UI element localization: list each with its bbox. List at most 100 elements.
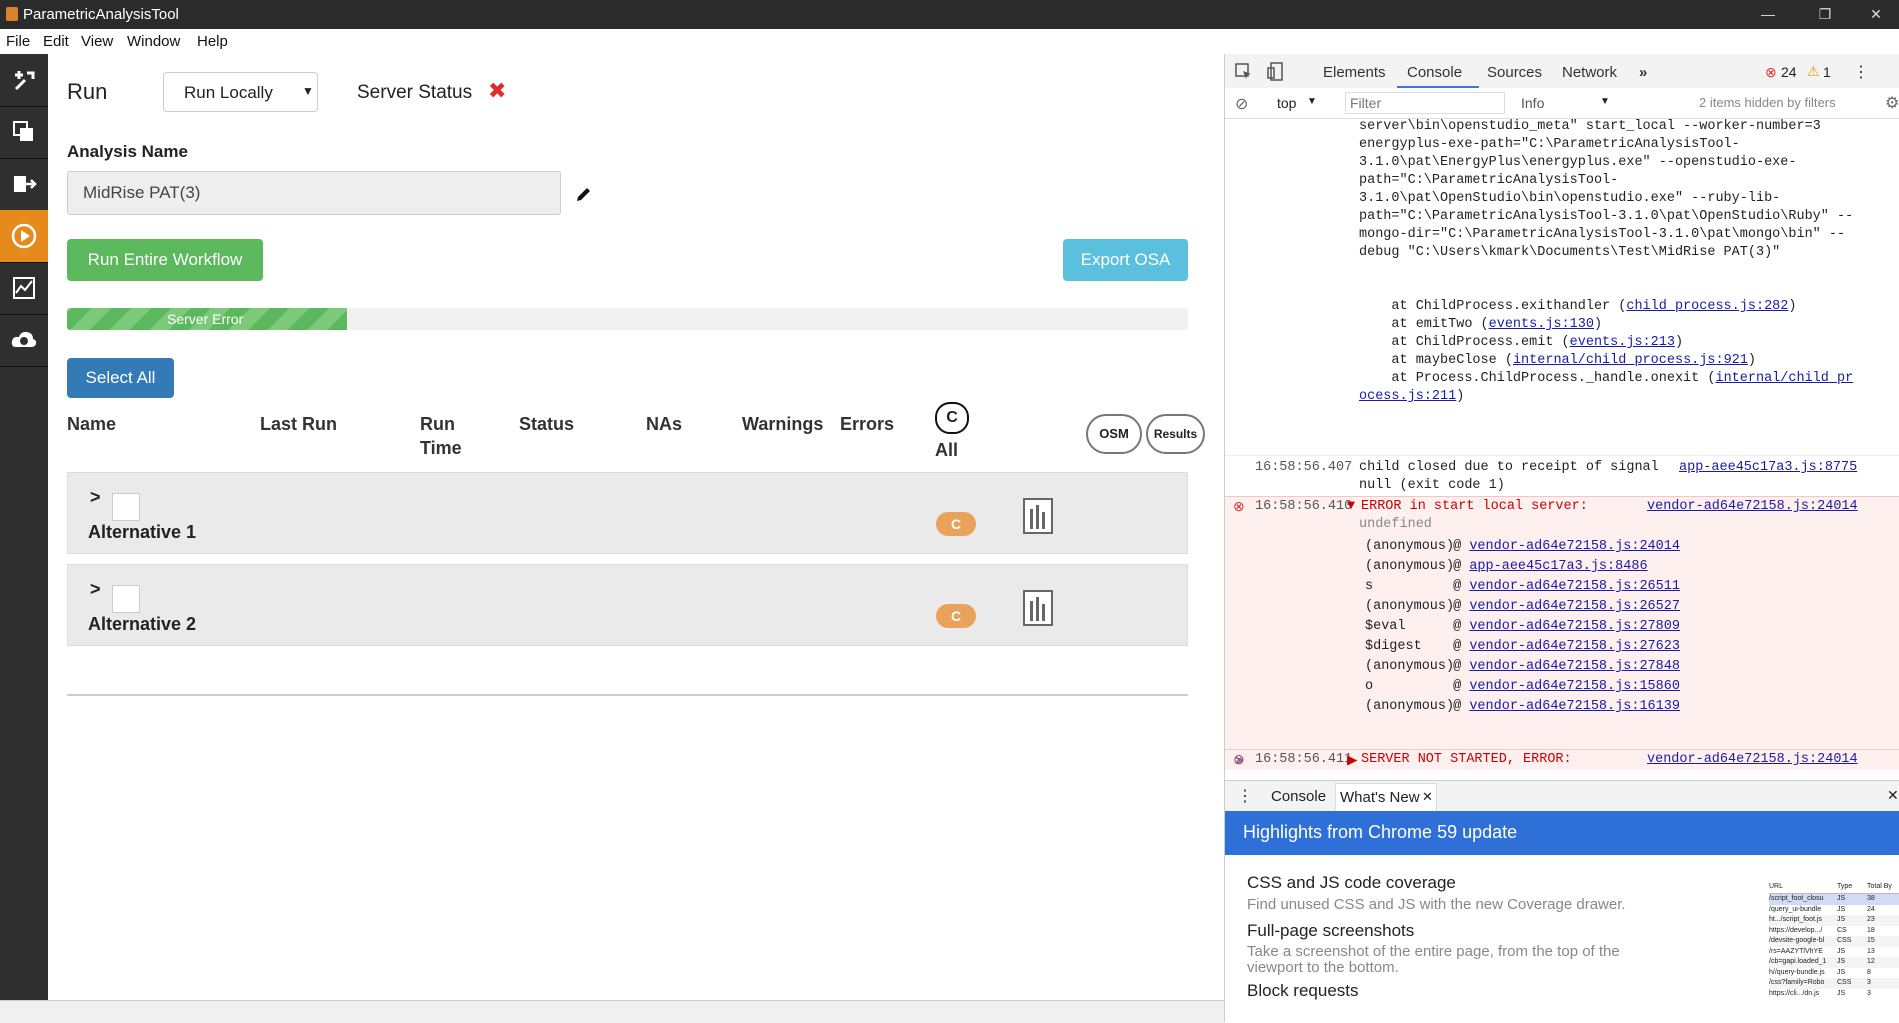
report-icon[interactable] (1022, 589, 1054, 627)
timestamp: 16:58:56.410 (1255, 499, 1353, 514)
collapse-triangle-icon[interactable]: ▶ (1347, 752, 1357, 769)
maximize-button[interactable]: ❐ (1802, 0, 1848, 29)
analysis-name-label: Analysis Name (67, 142, 188, 161)
devtools-menu-icon[interactable]: ⋮ (1853, 62, 1869, 82)
more-tabs-button[interactable]: » (1639, 64, 1647, 81)
alternative-checkbox[interactable] (112, 493, 140, 521)
console-prompt[interactable]: > (1235, 752, 1243, 768)
sidebar-item-server[interactable] (0, 314, 48, 367)
page-title: Run (67, 79, 108, 104)
select-all-button[interactable]: Select All (67, 358, 174, 398)
devtools-toolbar: Elements Console Sources Network » ⊗ 24 … (1225, 54, 1899, 89)
clear-console-icon[interactable]: ⊘ (1235, 94, 1248, 114)
run-entire-workflow-button[interactable]: Run Entire Workflow (67, 239, 263, 281)
menu-edit[interactable]: Edit (43, 33, 69, 50)
sidebar-item-export[interactable] (0, 158, 48, 211)
source-link[interactable]: app-aee45c17a3.js:8775 (1679, 460, 1857, 475)
source-link[interactable]: vendor-ad64e72158.js:24014 (1647, 499, 1858, 514)
source-link[interactable]: app-aee45c17a3.js:8486 (1469, 559, 1647, 574)
thumb-row: /cb=gapi.loaded_1 JS 12 (1769, 957, 1899, 968)
alternative-checkbox[interactable] (112, 585, 140, 613)
alternative-row: > Alternative 2 C (67, 564, 1188, 646)
source-link[interactable]: vendor-ad64e72158.js:24014 (1469, 539, 1680, 554)
drawer-menu-icon[interactable]: ⋮ (1237, 786, 1253, 806)
close-window-button[interactable]: ✕ (1853, 0, 1899, 29)
chevron-right-icon[interactable]: > (90, 579, 101, 600)
stack-line: at ChildProcess.exithandler (child_proce… (1359, 299, 1797, 314)
trace-frame: o @ vendor-ad64e72158.js:15860 (1365, 679, 1680, 694)
source-link[interactable]: vendor-ad64e72158.js:27809 (1469, 619, 1680, 634)
clear-all-results-button[interactable]: C (935, 402, 969, 434)
banner-title: Highlights from Chrome 59 update (1243, 822, 1518, 842)
devtools-drawer: ⋮ Console What's New ✕ ✕ Highlights from… (1225, 780, 1899, 1023)
download-osm-all-button[interactable]: OSM (1086, 414, 1142, 454)
run-mode-select[interactable]: Run Locally ▼ (163, 72, 318, 112)
trace-frame: (anonymous) @ vendor-ad64e72158.js:24014 (1365, 539, 1680, 554)
run-mode-value: Run Locally (184, 83, 273, 102)
sidebar-item-reports[interactable] (0, 262, 48, 315)
feature-desc: Find unused CSS and JS with the new Cove… (1247, 896, 1626, 913)
download-results-all-button[interactable]: Results (1146, 414, 1205, 454)
chevron-right-icon[interactable]: > (90, 487, 101, 508)
drawer-tab-whats-new[interactable]: What's New ✕ (1335, 783, 1437, 811)
feature-title[interactable]: CSS and JS code coverage (1247, 873, 1456, 893)
console-filter-input[interactable] (1345, 92, 1505, 114)
thumb-row: ht.../script_foot.js JS 23 (1769, 915, 1899, 926)
minimize-button[interactable]: — (1745, 0, 1791, 29)
tab-network[interactable]: Network (1562, 64, 1617, 81)
chart-icon (13, 277, 35, 299)
feature-title[interactable]: Block requests (1247, 981, 1359, 1001)
report-icon[interactable] (1022, 497, 1054, 535)
close-drawer-icon[interactable]: ✕ (1887, 787, 1899, 804)
source-link[interactable]: vendor-ad64e72158.js:27623 (1469, 639, 1680, 654)
cloud-os-icon (11, 331, 37, 347)
pencil-icon[interactable] (574, 184, 594, 204)
drawer-tab-console[interactable]: Console (1271, 788, 1326, 805)
expand-triangle-icon[interactable]: ▼ (1347, 499, 1355, 514)
menu-file[interactable]: File (6, 33, 30, 50)
menu-view[interactable]: View (81, 33, 113, 50)
error-trace: (anonymous) @ vendor-ad64e72158.js:24014… (1365, 537, 1680, 717)
source-link[interactable]: vendor-ad64e72158.js:15860 (1469, 679, 1680, 694)
error-count-icon[interactable]: ⊗ (1765, 64, 1777, 81)
thumb-header: URL Type Total By (1769, 881, 1899, 894)
clear-result-button[interactable]: C (936, 512, 976, 536)
play-icon (11, 223, 37, 249)
source-link[interactable]: vendor-ad64e72158.js:26527 (1469, 599, 1680, 614)
context-select[interactable]: top (1277, 95, 1296, 111)
chevron-down-icon: ▼ (1600, 96, 1610, 107)
server-status-label: Server Status (357, 82, 473, 103)
sidebar-item-run[interactable] (0, 210, 48, 263)
console-output: server\bin\openstudio_meta" start_local … (1225, 118, 1899, 770)
device-toggle-icon[interactable] (1267, 62, 1285, 82)
tab-console[interactable]: Console (1407, 64, 1462, 81)
log-level-select[interactable]: Info (1521, 95, 1544, 111)
close-tab-icon[interactable]: ✕ (1422, 789, 1433, 805)
stack-line: at emitTwo (events.js:130) (1359, 317, 1603, 332)
app-icon (6, 7, 18, 21)
source-link[interactable]: vendor-ad64e72158.js:24014 (1647, 752, 1858, 767)
error-text: ERROR in start local server: (1361, 499, 1588, 514)
console-error-message: ⊗ 16:58:56.410 ▼ ERROR in start local se… (1225, 496, 1899, 750)
menu-window[interactable]: Window (127, 33, 180, 50)
export-icon (14, 176, 37, 192)
sidebar-item-design-alternatives[interactable] (0, 106, 48, 159)
settings-gear-icon[interactable]: ⚙ (1885, 93, 1899, 113)
menu-help[interactable]: Help (197, 33, 228, 50)
tab-elements[interactable]: Elements (1323, 64, 1386, 81)
source-link[interactable]: vendor-ad64e72158.js:27848 (1469, 659, 1680, 674)
clear-result-button[interactable]: C (936, 604, 976, 628)
alternative-name: Alternative 2 (88, 614, 197, 634)
sidebar-item-measures[interactable] (0, 54, 48, 107)
analysis-name-input[interactable] (67, 171, 561, 215)
col-last-run: Last Run (260, 414, 338, 434)
source-link[interactable]: vendor-ad64e72158.js:26511 (1469, 579, 1680, 594)
tab-sources[interactable]: Sources (1487, 64, 1542, 81)
feature-title[interactable]: Full-page screenshots (1247, 921, 1414, 941)
export-osa-button[interactable]: Export OSA (1063, 239, 1188, 281)
warning-count-icon[interactable]: ⚠ (1807, 63, 1820, 80)
source-link[interactable]: vendor-ad64e72158.js:16139 (1469, 699, 1680, 714)
error-icon: ⊗ (1233, 498, 1245, 514)
inspect-icon[interactable] (1235, 63, 1253, 81)
col-all-label: All (935, 440, 959, 460)
